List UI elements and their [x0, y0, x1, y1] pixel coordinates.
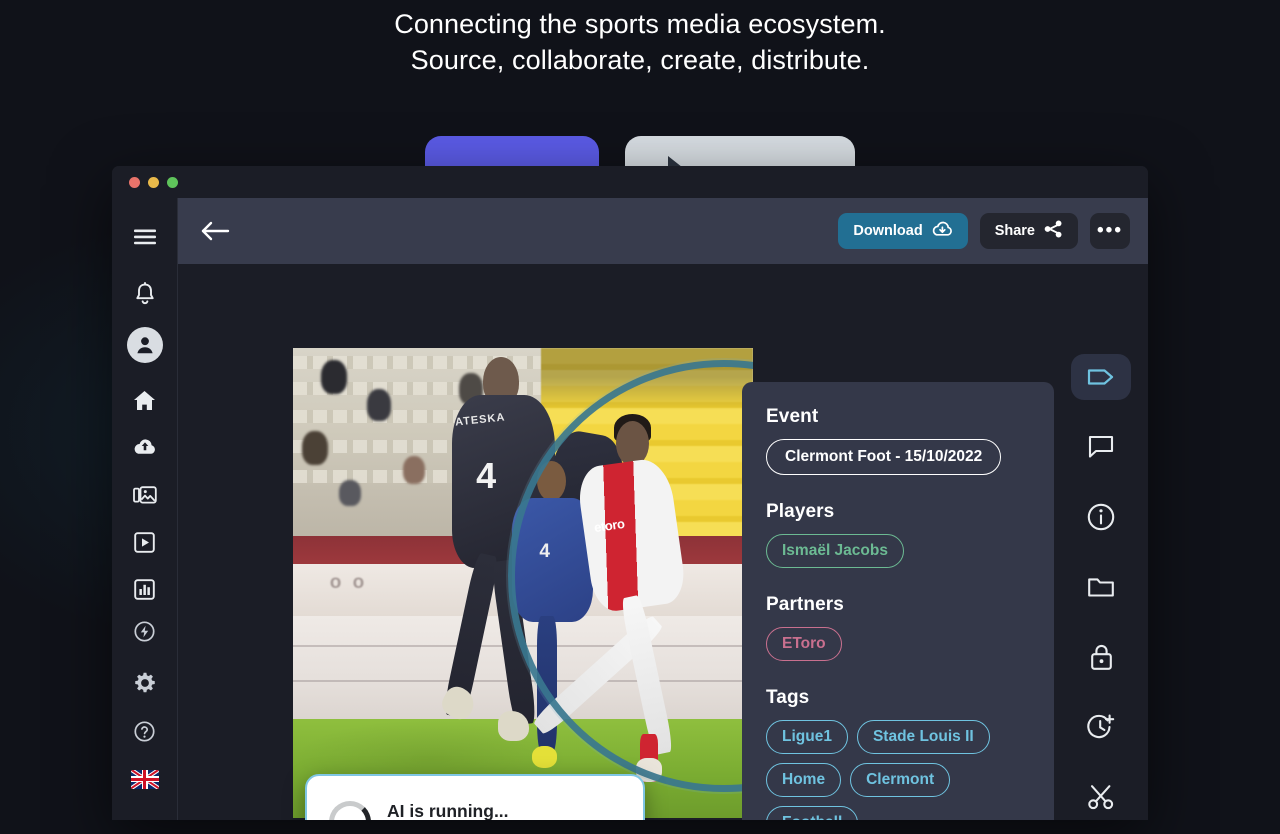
- toast-text-block: AI is running... Adding tags: [387, 799, 509, 820]
- player-red-white-kit: etoro: [531, 413, 688, 783]
- cloud-download-icon: [932, 221, 953, 242]
- photo-scene: o o ATESKA 4 4 etoro: [293, 348, 753, 818]
- sidebar-item-folders[interactable]: [1071, 564, 1131, 610]
- back-arrow-icon[interactable]: [200, 220, 230, 242]
- share-button[interactable]: Share: [979, 213, 1078, 249]
- right-sidebar: [1054, 330, 1148, 820]
- players-heading: Players: [766, 501, 835, 522]
- sidebar-item-history[interactable]: [1071, 704, 1131, 750]
- uk-flag-icon[interactable]: [123, 761, 167, 798]
- gear-icon[interactable]: [123, 664, 167, 701]
- partners-heading: Partners: [766, 594, 844, 615]
- metadata-group-tags: Tags Ligue1 Stade Louis II Home Clermont…: [766, 687, 1032, 820]
- sidebar-item-comments[interactable]: [1071, 424, 1131, 470]
- players-chip-list: Ismaël Jacobs: [766, 534, 1032, 568]
- chart-bar-icon[interactable]: [123, 571, 167, 608]
- sidebar-item-tags[interactable]: [1071, 354, 1131, 400]
- bell-icon[interactable]: [123, 275, 167, 312]
- gallery-icon[interactable]: [123, 477, 167, 514]
- metadata-group-partners: Partners EToro: [766, 594, 1032, 661]
- media-photo[interactable]: o o ATESKA 4 4 etoro: [293, 348, 753, 818]
- tag-chip[interactable]: Football: [766, 806, 859, 820]
- player-dark-number: 4: [476, 455, 497, 497]
- maximize-window-button[interactable]: [167, 176, 178, 188]
- partners-chip-list: EToro: [766, 627, 1032, 661]
- minimize-window-button[interactable]: [148, 176, 159, 188]
- user-avatar-icon[interactable]: [123, 327, 167, 364]
- sidebar-item-rights[interactable]: [1071, 634, 1131, 680]
- player-chip[interactable]: Ismaël Jacobs: [766, 534, 904, 568]
- close-window-button[interactable]: [129, 176, 140, 188]
- headline-line-1: Connecting the sports media ecosystem.: [394, 9, 886, 39]
- loading-spinner-icon: [329, 801, 371, 820]
- main-area: Download Share ••• o o ATESKA 4 4 etoro …: [178, 198, 1148, 820]
- home-icon[interactable]: [123, 382, 167, 419]
- sidebar-item-info[interactable]: [1071, 494, 1131, 540]
- share-icon: [1044, 220, 1063, 242]
- toast-title: AI is running...: [387, 801, 509, 820]
- power-bolt-icon[interactable]: [123, 613, 167, 650]
- tag-chip[interactable]: Clermont: [850, 763, 951, 797]
- more-options-button[interactable]: •••: [1090, 213, 1130, 249]
- partner-chip[interactable]: EToro: [766, 627, 842, 661]
- video-play-icon[interactable]: [123, 524, 167, 561]
- metadata-group-event: Event Clermont Foot - 15/10/2022: [766, 406, 1032, 475]
- metadata-group-players: Players Ismaël Jacobs: [766, 501, 1032, 568]
- top-toolbar: Download Share •••: [178, 198, 1148, 264]
- cloud-upload-icon[interactable]: [123, 429, 167, 466]
- help-circle-icon[interactable]: [123, 713, 167, 750]
- page-root: Connecting the sports media ecosystem. S…: [0, 0, 1280, 834]
- flag-graphic: [130, 769, 159, 789]
- tag-chip[interactable]: Ligue1: [766, 720, 848, 754]
- download-label: Download: [853, 223, 923, 239]
- event-heading: Event: [766, 406, 819, 427]
- event-chip[interactable]: Clermont Foot - 15/10/2022: [766, 439, 1002, 475]
- event-chip-list: Clermont Foot - 15/10/2022: [766, 439, 1032, 475]
- adboard-text: o o: [329, 572, 368, 594]
- tag-chip[interactable]: Stade Louis II: [856, 720, 990, 754]
- metadata-panel: Event Clermont Foot - 15/10/2022 Players…: [742, 382, 1054, 820]
- browser-window: Download Share ••• o o ATESKA 4 4 etoro …: [112, 166, 1148, 820]
- tags-heading: Tags: [766, 687, 810, 708]
- left-sidebar: [112, 198, 178, 820]
- window-titlebar: [112, 166, 1148, 198]
- headline-line-2: Source, collaborate, create, distribute.: [410, 45, 870, 75]
- avatar: [126, 327, 163, 364]
- hamburger-menu-icon[interactable]: [123, 218, 167, 255]
- app-body: Download Share ••• o o ATESKA 4 4 etoro …: [112, 198, 1148, 820]
- download-button[interactable]: Download: [838, 213, 968, 249]
- sidebar-item-crop[interactable]: [1071, 774, 1131, 820]
- tag-chip[interactable]: Home: [766, 763, 842, 797]
- media-canvas: o o ATESKA 4 4 etoro AI is running... Ev…: [178, 264, 1148, 820]
- ai-status-toast: AI is running... Adding tags: [305, 774, 645, 820]
- share-label: Share: [994, 223, 1035, 239]
- player-blue-number: 4: [539, 541, 550, 563]
- page-headline: Connecting the sports media ecosystem. S…: [0, 6, 1280, 78]
- tags-chip-list: Ligue1 Stade Louis II Home Clermont Foot…: [766, 720, 1032, 820]
